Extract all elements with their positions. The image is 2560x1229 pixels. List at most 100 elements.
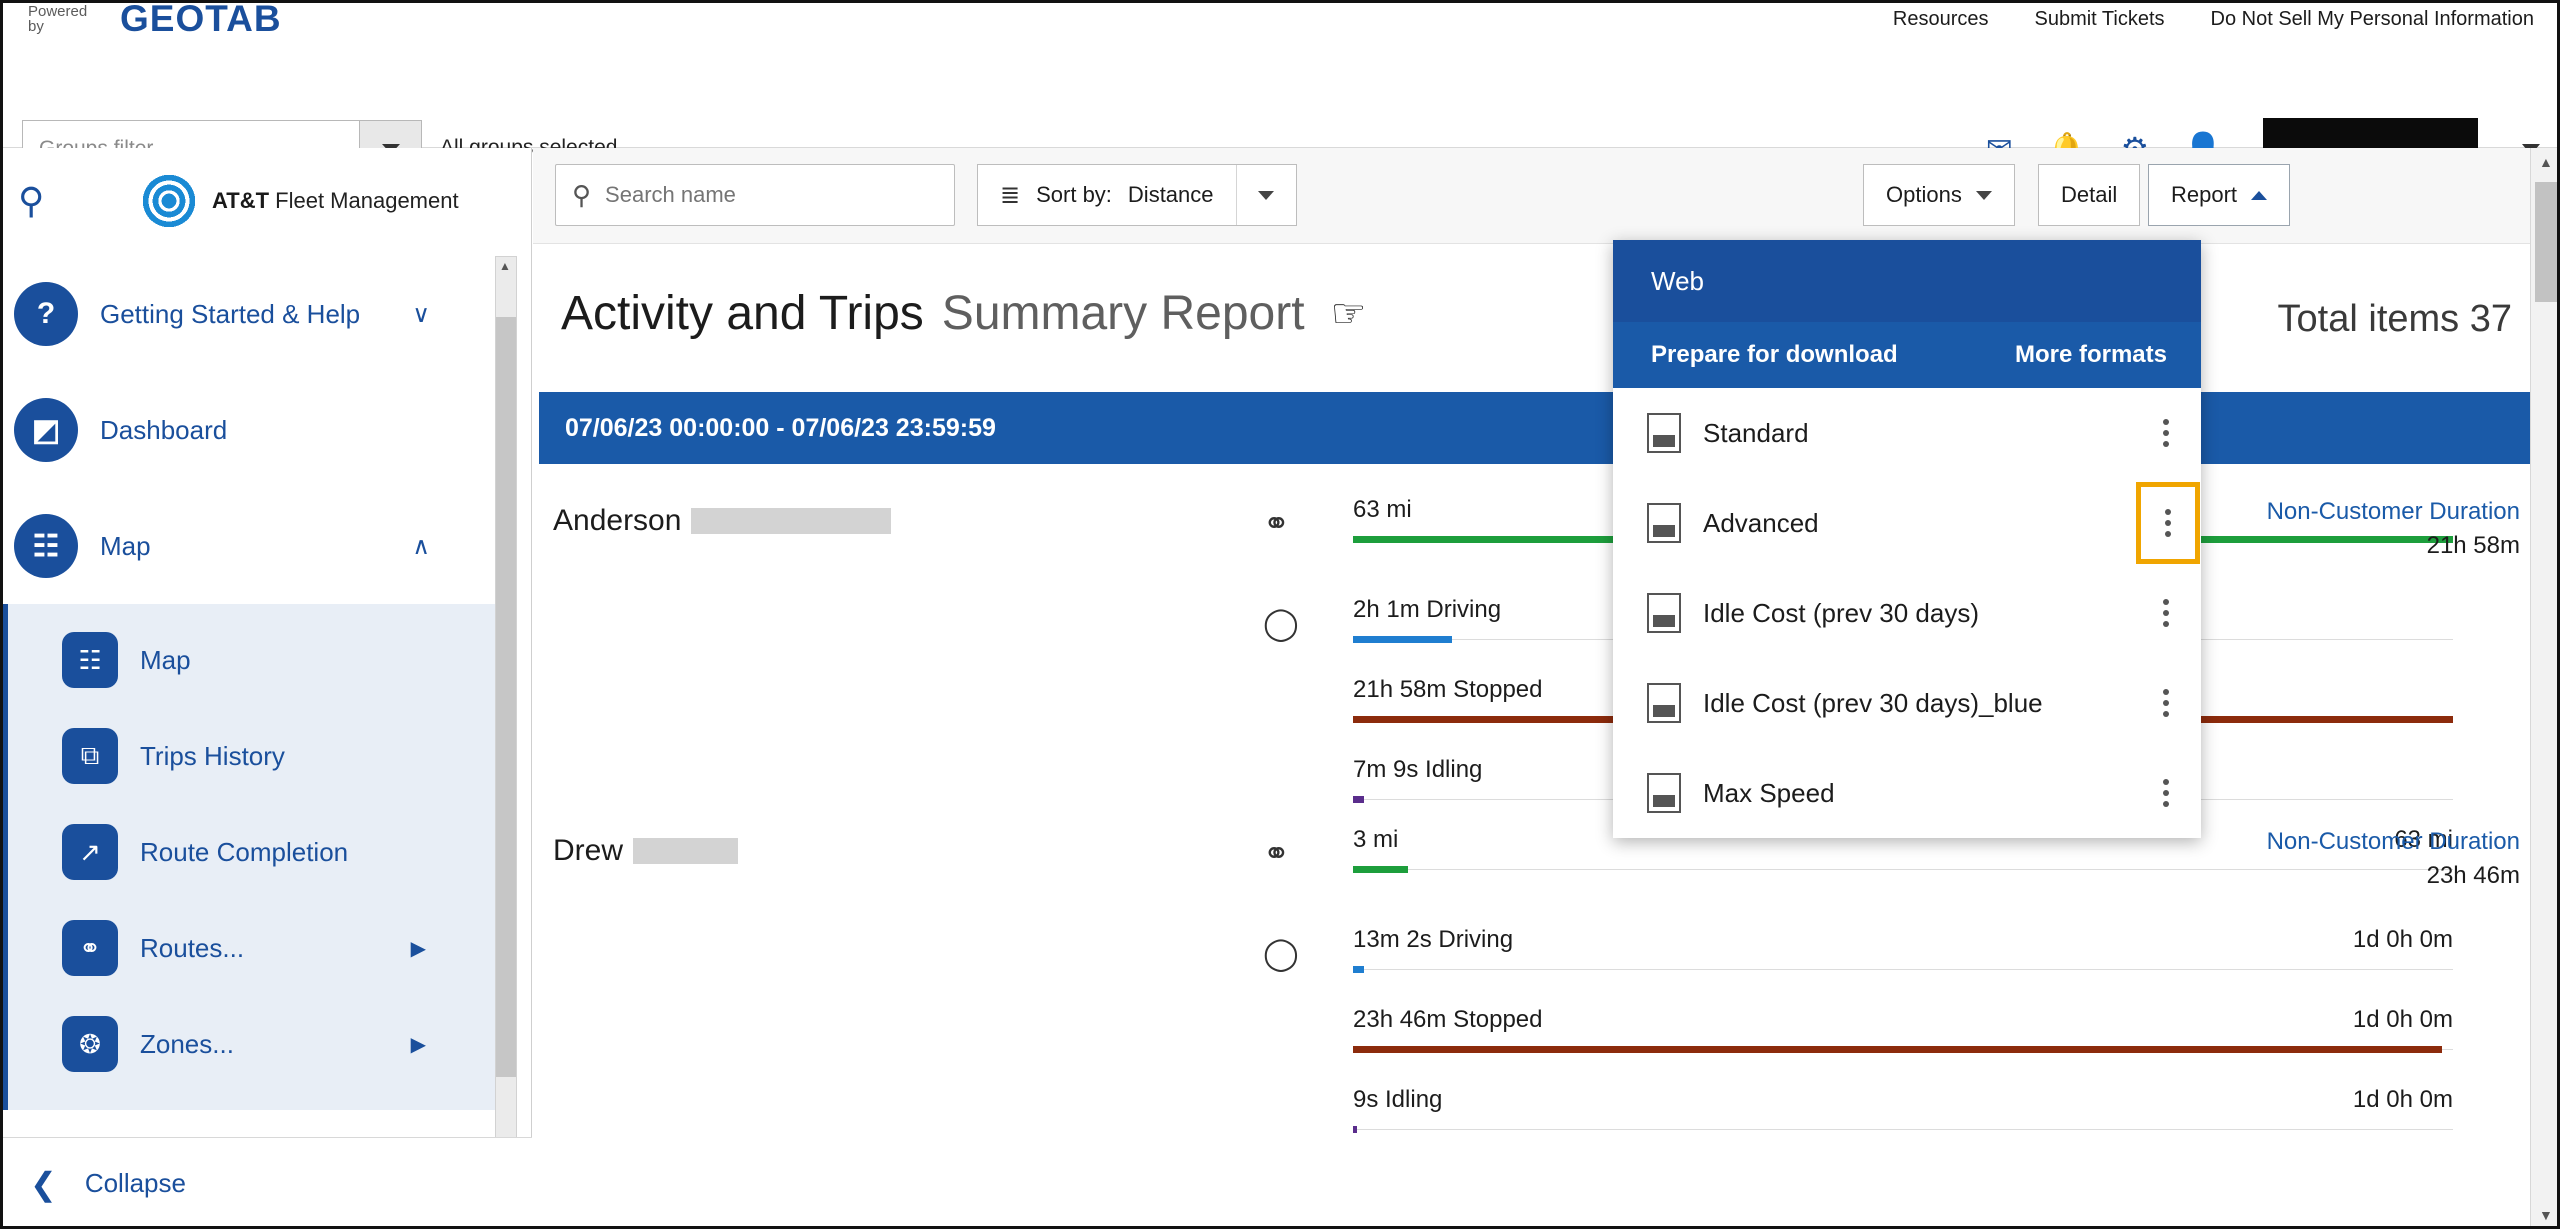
- route-completion-icon: ↗: [62, 824, 118, 880]
- sidebar-item-getting-started[interactable]: ? Getting Started & Help ∨: [0, 256, 500, 372]
- main-scrollbar-thumb[interactable]: [2535, 182, 2557, 302]
- driver-name-text: Anderson: [553, 504, 682, 537]
- report-rows: Anderson ⚭ 63 mi ◯ 2h 1m Driving 21h 58m…: [533, 476, 2560, 1136]
- chevron-down-icon: [1975, 190, 1992, 200]
- search-icon[interactable]: ⚲: [18, 180, 44, 222]
- non-customer-duration-label[interactable]: Non-Customer Duration: [2267, 498, 2520, 526]
- menu-item-idle-cost-blue[interactable]: Idle Cost (prev 30 days)_blue: [1613, 658, 2201, 748]
- sidebar-submenu-map: ☷ Map ⧉ Trips History ↗ Route Completion…: [0, 604, 500, 1110]
- non-customer-duration: Non-Customer Duration 23h 46m: [2267, 828, 2520, 890]
- chevron-down-icon[interactable]: ∨: [412, 300, 430, 329]
- powered-by-line1: Powered: [28, 3, 88, 20]
- metric-bar-track: [1353, 1129, 2453, 1130]
- main-scrollbar[interactable]: ▲ ▼: [2530, 148, 2560, 1229]
- main-panel: ⚲ ≣ Sort by: Distance Options Detail: [533, 148, 2560, 1229]
- sidebar-nav: ? Getting Started & Help ∨ ◩ Dashboard ☷…: [0, 256, 500, 1110]
- chevron-up-icon[interactable]: ▲: [499, 259, 511, 273]
- chevron-right-icon[interactable]: ▶: [411, 1032, 426, 1057]
- metric-label: 3 mi: [1353, 826, 1399, 853]
- sidebar-collapse-button[interactable]: ❮ Collapse: [0, 1137, 532, 1229]
- menu-item-label: Idle Cost (prev 30 days): [1703, 597, 1980, 628]
- routes-icon: ⚭: [62, 920, 118, 976]
- document-icon: [1647, 413, 1681, 453]
- chevron-up-icon[interactable]: ▲: [2539, 154, 2553, 170]
- bookmark-icon[interactable]: ☞: [1331, 291, 1367, 337]
- sort-by-label: Sort by:: [1036, 182, 1112, 207]
- product-title-line2: Fleet Management: [275, 188, 459, 213]
- row-driver-name: Anderson: [553, 504, 892, 538]
- link-resources[interactable]: Resources: [1893, 8, 1989, 31]
- table-row: Drew ⚭ 3 mi 63 mi ◯ 13m 2s Driving 1d 0h…: [533, 806, 2560, 1136]
- kebab-menu-icon[interactable]: [2161, 689, 2171, 717]
- document-icon: [1647, 503, 1681, 543]
- sidebar-item-zones[interactable]: ❂ Zones... ▶: [0, 996, 500, 1092]
- top-bar-lower: Groups filter All groups selected ✉ 🔔 ⚙ …: [0, 56, 2560, 180]
- document-icon: [1647, 593, 1681, 633]
- menu-item-idle-cost[interactable]: Idle Cost (prev 30 days): [1613, 568, 2201, 658]
- driver-name-text: Drew: [553, 834, 624, 867]
- distance-icon: ⚭: [1263, 835, 1290, 871]
- menu-item-advanced[interactable]: Advanced: [1613, 478, 2201, 568]
- dashboard-icon: ◩: [14, 398, 78, 462]
- chevron-up-icon[interactable]: ∧: [412, 532, 430, 561]
- search-input-wrapper[interactable]: ⚲: [555, 164, 955, 226]
- metric-stopped: 23h 46m Stopped 1d 0h 0m: [1353, 1006, 2453, 1086]
- sidebar-item-routes[interactable]: ⚭ Routes... ▶: [0, 900, 500, 996]
- metric-idling: 9s Idling 1d 0h 0m: [1353, 1086, 2453, 1166]
- metric-bar-fill: [1353, 1126, 1358, 1133]
- metric-label: 63 mi: [1353, 496, 1412, 523]
- sidebar-scrollbar-thumb[interactable]: [496, 317, 516, 1077]
- distance-icon: ⚭: [1263, 505, 1290, 541]
- sidebar-subitem-label: Zones...: [140, 1028, 234, 1059]
- search-input[interactable]: [605, 182, 906, 208]
- metric-right-label: 1d 0h 0m: [2352, 1006, 2453, 1033]
- sort-by-value: Distance: [1127, 182, 1214, 207]
- chevron-down-icon[interactable]: ▼: [2539, 1207, 2553, 1223]
- kebab-menu-icon[interactable]: [2161, 419, 2171, 447]
- question-mark-icon: ?: [14, 282, 78, 346]
- link-submit-tickets[interactable]: Submit Tickets: [2034, 8, 2164, 31]
- clock-icon: ◯: [1263, 605, 1299, 641]
- detail-button[interactable]: Detail: [2038, 164, 2141, 226]
- sidebar-item-route-completion[interactable]: ↗ Route Completion: [0, 804, 500, 900]
- menu-item-label: Standard: [1703, 417, 1809, 448]
- menu-item-standard[interactable]: Standard: [1613, 388, 2201, 478]
- kebab-menu-icon[interactable]: [2161, 779, 2171, 807]
- page-title-light: Summary Report: [941, 287, 1305, 340]
- metric-label: 21h 58m Stopped: [1353, 676, 1543, 703]
- document-icon: [1647, 683, 1681, 723]
- att-fleet-management-logo: AT&T Fleet Management: [140, 172, 459, 230]
- sidebar-item-map-sub[interactable]: ☷ Map: [0, 612, 500, 708]
- powered-by-line2: by: [28, 18, 44, 35]
- sidebar-scrollbar[interactable]: ▲ ▼: [495, 256, 517, 1229]
- non-customer-duration-label[interactable]: Non-Customer Duration: [2267, 828, 2520, 856]
- options-button[interactable]: Options: [1863, 164, 2015, 226]
- sidebar-subitem-label: Route Completion: [140, 836, 349, 867]
- kebab-menu-icon[interactable]: [2161, 599, 2171, 627]
- date-range-bar: 07/06/23 00:00:00 - 07/06/23 23:59:59: [539, 392, 2549, 464]
- powered-by-label: Powered by: [28, 4, 108, 34]
- metric-label: 7m 9s Idling: [1353, 756, 1483, 783]
- kebab-menu-icon-highlighted[interactable]: [2136, 482, 2200, 564]
- sort-icon: ≣: [1000, 181, 1021, 209]
- sort-by-control[interactable]: ≣ Sort by: Distance: [977, 164, 1297, 226]
- menu-item-label: Max Speed: [1703, 777, 1835, 808]
- report-button[interactable]: Report: [2148, 164, 2291, 226]
- product-title: AT&T Fleet Management: [212, 188, 459, 214]
- sidebar-item-map[interactable]: ☷ Map ∧: [0, 488, 500, 604]
- link-do-not-sell[interactable]: Do Not Sell My Personal Information: [2211, 8, 2534, 31]
- menu-item-web[interactable]: Web: [1613, 240, 2201, 322]
- sidebar-item-dashboard[interactable]: ◩ Dashboard: [0, 372, 500, 488]
- chevron-right-icon[interactable]: ▶: [411, 936, 426, 961]
- sort-by-main[interactable]: ≣ Sort by: Distance: [978, 165, 1236, 225]
- map-icon: ☷: [62, 632, 118, 688]
- more-formats-button[interactable]: More formats: [2015, 341, 2167, 369]
- sidebar-item-trips-history[interactable]: ⧉ Trips History: [0, 708, 500, 804]
- metric-label: 13m 2s Driving: [1353, 926, 1514, 953]
- menu-item-max-speed[interactable]: Max Speed: [1613, 748, 2201, 838]
- sort-by-dropdown-button[interactable]: [1235, 165, 1296, 225]
- page-title: Activity and Trips Summary Report ☞: [561, 286, 1366, 341]
- search-icon: ⚲: [572, 179, 592, 210]
- sidebar-item-label: Map: [100, 530, 151, 561]
- top-bar: Powered by GEOTAB Resources Submit Ticke…: [0, 0, 2560, 180]
